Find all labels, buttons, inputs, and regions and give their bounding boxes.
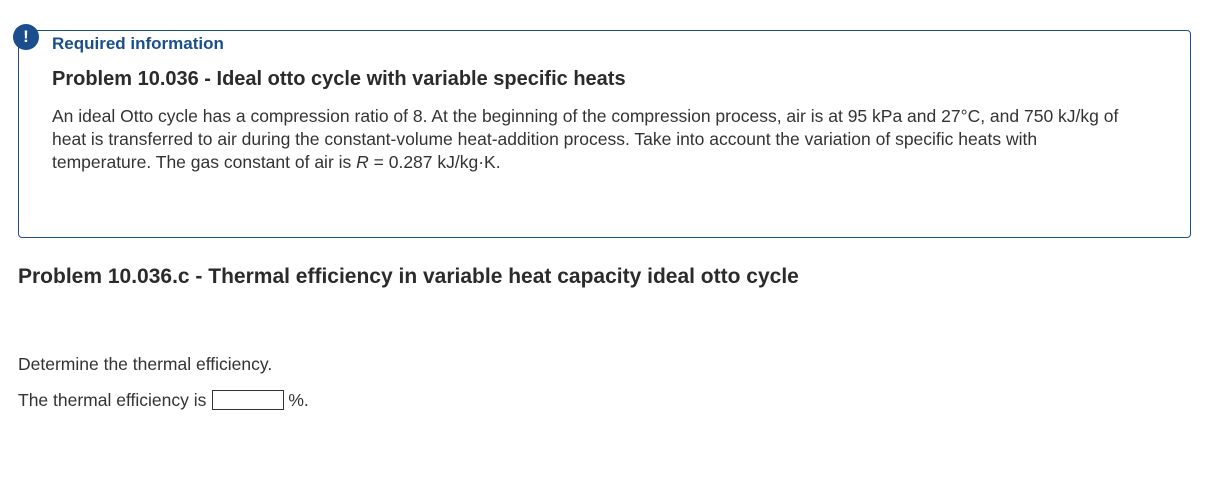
exclamation-icon: !: [13, 24, 39, 50]
thermal-efficiency-input[interactable]: [212, 390, 285, 410]
gas-constant-symbol: R: [356, 152, 369, 172]
gas-constant-value: = 0.287 kJ/kg·K.: [368, 152, 501, 172]
problem-statement-text: An ideal Otto cycle has a compression ra…: [52, 106, 1119, 172]
answer-unit: %.: [288, 389, 309, 410]
question-text: Determine the thermal efficiency.: [18, 354, 273, 374]
required-information-label: Required information: [52, 34, 224, 53]
answer-prefix: The thermal efficiency is: [18, 389, 207, 410]
answer-row: The thermal efficiency is %.: [18, 388, 309, 412]
problem-title: Problem 10.036 - Ideal otto cycle with v…: [52, 68, 626, 90]
part-title: Problem 10.036.c - Thermal efficiency in…: [18, 265, 799, 288]
problem-statement: An ideal Otto cycle has a compression ra…: [52, 105, 1132, 174]
